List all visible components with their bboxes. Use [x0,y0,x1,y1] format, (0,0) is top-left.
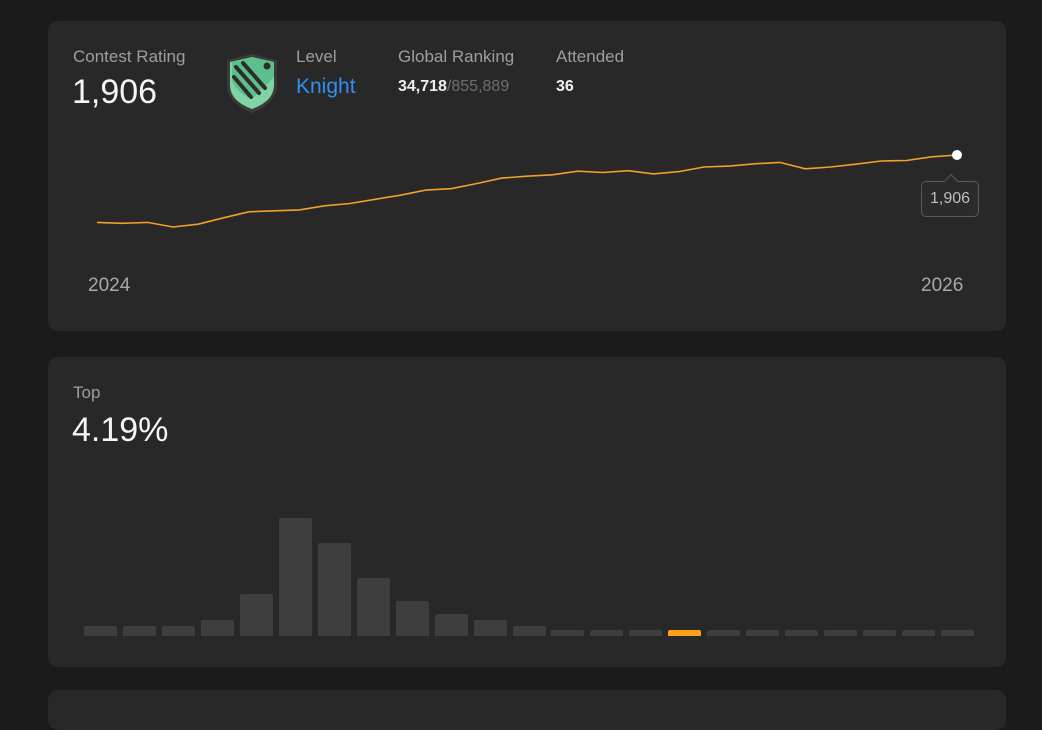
histogram-bar[interactable] [824,630,858,636]
rating-line [96,154,958,228]
histogram-bar[interactable] [473,620,507,636]
histogram-bar[interactable] [746,630,780,636]
rating-tooltip: 1,906 [921,181,979,217]
histogram-bar[interactable] [707,630,741,636]
histogram-bar[interactable] [317,543,351,636]
histogram-bar[interactable] [629,630,663,636]
histogram-bar[interactable] [785,630,819,636]
rating-distribution-card: Top 4.19% [48,357,1006,667]
histogram-bar[interactable] [434,614,468,636]
histogram-bar[interactable] [84,626,117,636]
histogram-bar[interactable] [200,620,234,636]
histogram-bar[interactable] [512,626,546,636]
next-card [48,690,1006,730]
rating-history-chart[interactable] [48,21,1006,271]
contest-rating-card: Contest Rating 1,906 Level Knight Global… [48,21,1006,331]
histogram-bar[interactable] [902,630,935,636]
year-end-label: 2026 [921,275,964,296]
histogram-bar[interactable] [356,578,390,636]
histogram-bar-current[interactable] [668,630,702,636]
histogram-bar[interactable] [551,630,585,636]
histogram-bar[interactable] [940,630,974,636]
histogram-bar[interactable] [123,626,156,636]
histogram-bar[interactable] [590,630,624,636]
histogram-bar[interactable] [239,594,273,636]
histogram-bar[interactable] [278,518,312,636]
latest-rating-point[interactable] [952,150,962,160]
histogram-bar[interactable] [395,601,429,636]
year-start-label: 2024 [88,275,131,296]
distribution-histogram[interactable] [48,357,1006,667]
histogram-bar[interactable] [863,630,896,636]
histogram-bar[interactable] [161,626,195,636]
